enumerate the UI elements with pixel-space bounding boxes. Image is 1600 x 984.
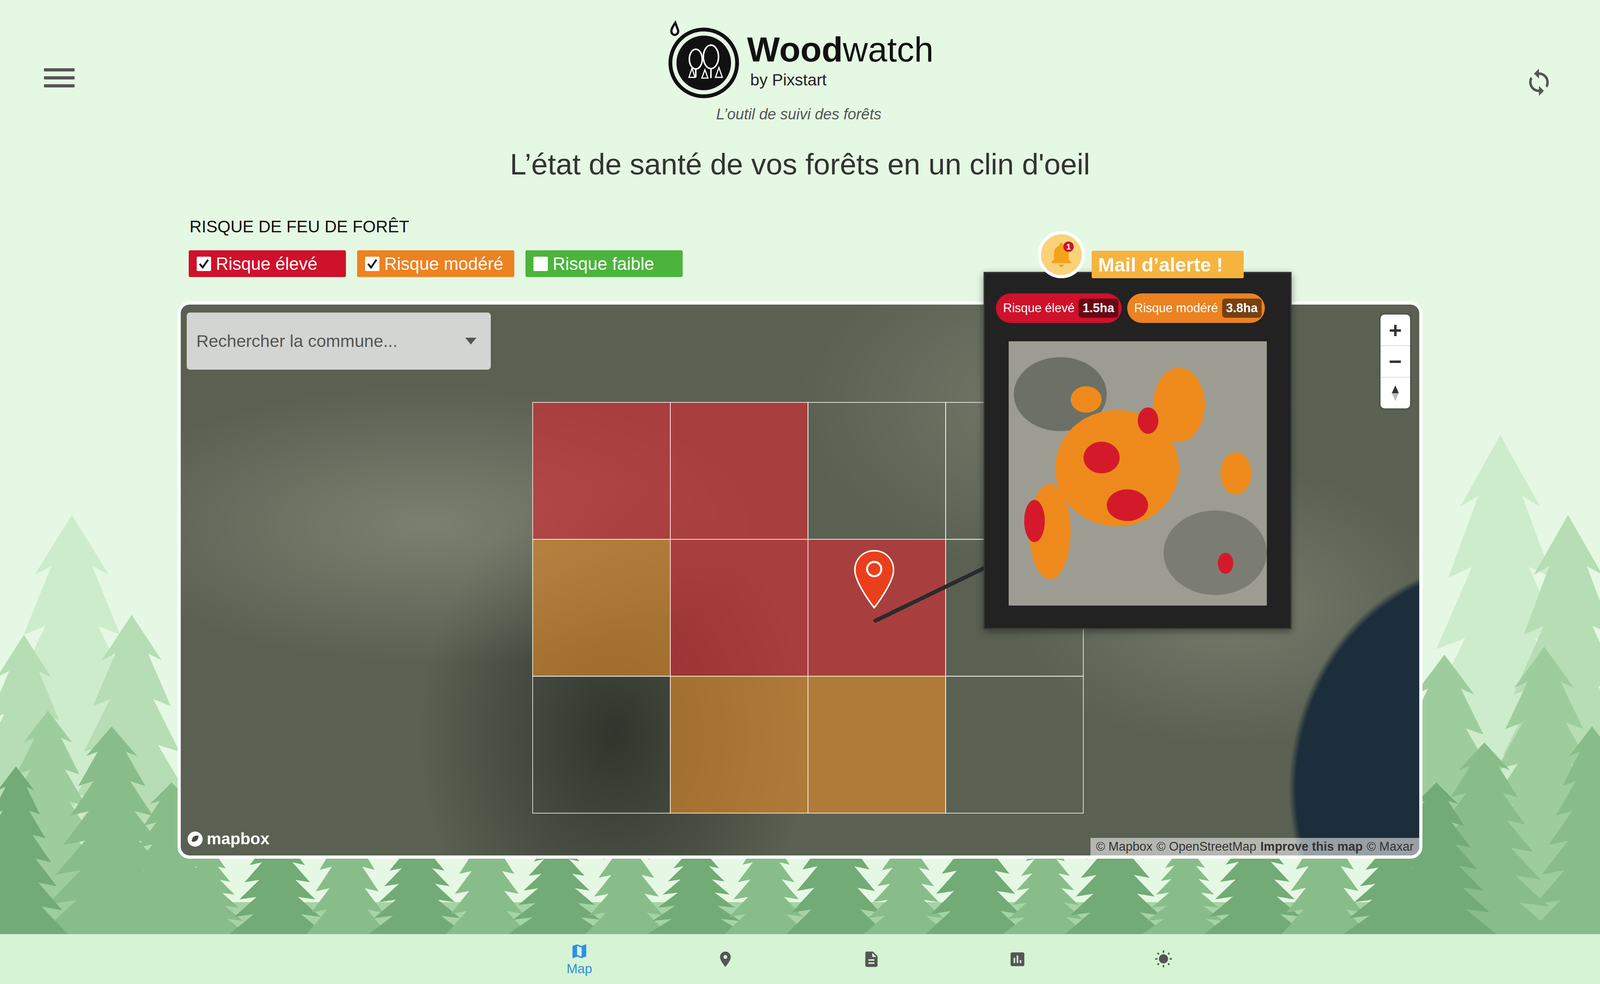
chart-icon — [1008, 949, 1027, 968]
menu-bar — [43, 76, 75, 80]
grid-cell[interactable] — [807, 675, 947, 814]
zoom-control: +− — [1380, 314, 1411, 409]
zoom-in-button[interactable]: + — [1380, 314, 1411, 346]
grid-cell[interactable] — [669, 675, 809, 814]
checkbox-box — [196, 256, 212, 271]
grid-cell[interactable] — [945, 675, 1084, 814]
commune-search[interactable]: Rechercher la commune... — [186, 312, 491, 370]
nav-item[interactable]: Map — [506, 941, 653, 976]
map-pin-icon[interactable] — [853, 549, 895, 609]
page: Woodwatchby Pixstart L’outil de suivi des… — [0, 0, 1600, 984]
mapbox-logo-icon — [186, 830, 204, 848]
grid-cell[interactable] — [532, 401, 671, 540]
attribution-link[interactable]: Improve this map — [1260, 839, 1363, 854]
badge-label: Risque modéré — [1134, 300, 1219, 316]
zoom-out-button[interactable]: − — [1380, 345, 1411, 378]
map-icon — [570, 941, 589, 960]
attribution-link[interactable]: © Maxar — [1366, 839, 1414, 854]
checkbox-box — [533, 256, 548, 271]
menu-bar — [43, 84, 75, 88]
document-icon — [862, 949, 881, 968]
filters-title: RISQUE DE FEU DE FORÊT — [177, 216, 1423, 237]
main: RISQUE DE FEU DE FORÊTRisque élevéRisque… — [177, 216, 1423, 859]
search-placeholder: Rechercher la commune... — [196, 331, 398, 351]
menu-bar — [43, 68, 75, 72]
bell-button[interactable]: 1 — [1037, 231, 1085, 279]
brand-regular: watch — [842, 29, 934, 69]
badge-value: 1.5ha — [1078, 298, 1119, 318]
alert-count: 1 — [1063, 241, 1074, 252]
attribution-link[interactable]: © OpenStreetMap — [1156, 839, 1257, 854]
content: Woodwatchby Pixstart L’outil de suivi des… — [0, 0, 1600, 934]
menu-icon[interactable] — [43, 68, 75, 88]
check-icon — [366, 257, 379, 270]
location-icon — [716, 949, 735, 968]
brand-text: Woodwatchby Pixstart — [746, 31, 934, 90]
checkbox-box — [365, 256, 380, 271]
map-section: Rechercher la commune... +− mapbox © Mapbox… — [177, 301, 1423, 859]
risk-badges: Risque élevé1.5haRisque modéré3.8ha — [995, 293, 1280, 323]
risk-badge: Risque élevé1.5ha — [995, 293, 1122, 323]
filter-checkbox[interactable]: Risque élevé — [188, 250, 346, 277]
logo-row: Woodwatchby Pixstart — [663, 20, 934, 101]
brand-name: Woodwatch — [746, 31, 934, 68]
forest-logo-icon — [663, 20, 740, 101]
compass-icon — [1390, 384, 1400, 402]
grid-cell[interactable] — [669, 401, 809, 540]
tree — [1528, 726, 1600, 934]
check-icon — [197, 257, 210, 270]
grid-cell[interactable] — [532, 538, 671, 677]
attribution: © Mapbox© OpenStreetMapImprove this map©… — [1090, 837, 1420, 856]
grid-cell[interactable] — [807, 401, 947, 540]
filter-label: Risque modéré — [384, 253, 504, 274]
grid-cell[interactable] — [669, 538, 809, 677]
alert-title: Mail d’alerte ! — [1091, 250, 1244, 279]
byline: by Pixstart — [746, 70, 934, 90]
grid-cell[interactable] — [807, 538, 947, 677]
badge-value: 3.8ha — [1222, 298, 1262, 318]
filter-label: Risque élevé — [215, 253, 318, 274]
refresh-icon[interactable] — [1524, 67, 1554, 97]
logo: Woodwatchby Pixstart L’outil de suivi des… — [663, 20, 934, 123]
nav-label: Map — [566, 960, 593, 976]
filter-label: Risque faible — [552, 253, 654, 274]
risk-detail-image — [1008, 341, 1267, 606]
mapbox-logo-text: mapbox — [206, 829, 270, 848]
badge-label: Risque élevé — [1003, 300, 1075, 316]
bottom-nav: Map — [0, 933, 1600, 984]
tree — [0, 766, 68, 934]
brand-bold: Wood — [746, 29, 843, 69]
sun-icon — [1154, 949, 1173, 968]
dropdown-arrow-icon — [465, 337, 477, 345]
attribution-link[interactable]: © Mapbox — [1096, 839, 1153, 854]
tagline: L’outil de suivi des forêts — [716, 105, 882, 123]
grid-cell[interactable] — [532, 675, 671, 814]
compass-button[interactable] — [1380, 377, 1411, 409]
risk-badge: Risque modéré3.8ha — [1127, 293, 1266, 323]
headline: L’état de santé de vos forêts en un clin… — [0, 146, 1600, 183]
mapbox-logo[interactable]: mapbox — [186, 829, 270, 848]
filter-checkbox[interactable]: Risque modéré — [357, 250, 515, 277]
nav-item[interactable] — [798, 949, 945, 968]
header: Woodwatchby Pixstart L’outil de suivi des… — [0, 0, 1600, 123]
filter-checkbox[interactable]: Risque faible — [525, 250, 683, 277]
alert-popup: 1Mail d’alerte !Risque élevé1.5haRisque … — [983, 271, 1292, 629]
nav-item[interactable] — [944, 949, 1091, 968]
nav-item[interactable] — [652, 949, 799, 968]
nav-item[interactable] — [1090, 949, 1237, 968]
